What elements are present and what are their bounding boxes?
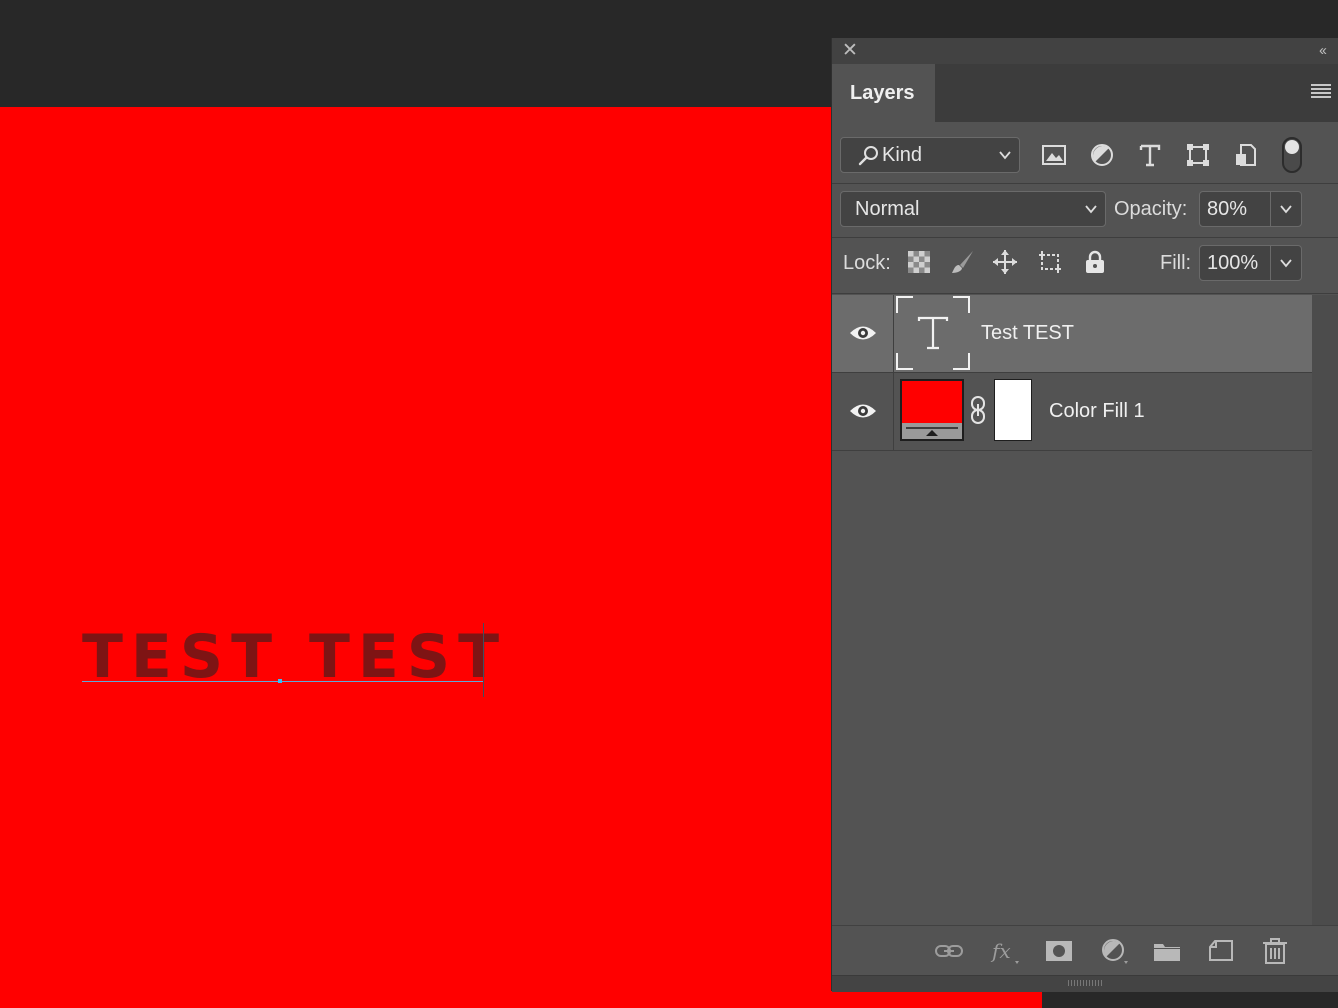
blend-mode-select[interactable]: Normal — [840, 191, 1106, 227]
layers-scrollbar-track[interactable] — [1312, 295, 1338, 925]
hamburger-menu-icon[interactable] — [1311, 84, 1331, 100]
opacity-value: 80% — [1207, 198, 1248, 220]
text-baseline — [82, 681, 484, 682]
layers-bottom-toolbar: fx — [832, 925, 1338, 976]
fill-dropdown-button[interactable] — [1270, 245, 1302, 281]
color-fill-thumbnail — [900, 379, 964, 441]
new-layer-icon[interactable] — [1206, 938, 1236, 964]
panel-resize-bar[interactable] — [832, 975, 1338, 992]
opacity-input[interactable]: 80% — [1199, 191, 1271, 227]
chevron-down-icon — [999, 151, 1011, 160]
divider — [832, 293, 1338, 294]
smart-object-filter-icon[interactable] — [1233, 142, 1259, 168]
image-filter-icon[interactable] — [1041, 142, 1067, 168]
filter-toggle-switch[interactable] — [1282, 137, 1302, 173]
fx-icon[interactable]: fx — [989, 938, 1019, 964]
layers-panel: ✕ ‹‹ Layers Kind Normal Opacity: 80% Loc… — [831, 38, 1338, 992]
eye-icon[interactable] — [849, 401, 877, 421]
type-filter-icon[interactable] — [1137, 142, 1163, 168]
chevron-down-icon — [1280, 205, 1292, 214]
fill-label: Fill: — [1160, 252, 1192, 274]
lock-transparent-pixels-icon[interactable] — [906, 249, 932, 275]
lock-position-icon[interactable] — [992, 249, 1018, 275]
canvas-text-layer[interactable]: TEST TEST — [82, 625, 507, 689]
fill-input[interactable]: 100% — [1199, 245, 1271, 281]
panel-title-strip: ✕ ‹‹ — [832, 38, 1338, 64]
layer-row-text[interactable]: Test TEST — [832, 295, 1312, 372]
layer-name: Color Fill 1 — [1049, 400, 1145, 422]
add-mask-icon[interactable] — [1044, 938, 1074, 964]
new-group-icon[interactable] — [1152, 938, 1182, 964]
divider — [832, 450, 1312, 451]
panel-tab-bar: Layers — [832, 64, 1338, 122]
eye-icon[interactable] — [849, 323, 877, 343]
visibility-cell[interactable] — [832, 373, 894, 450]
type-layer-thumbnail-icon — [896, 296, 970, 370]
chevron-down-icon — [1280, 259, 1292, 268]
trash-icon[interactable] — [1260, 938, 1290, 964]
layer-row-color-fill[interactable]: Color Fill 1 — [832, 373, 1312, 450]
filter-kind-label: Kind — [882, 144, 923, 166]
opacity-label: Opacity: — [1114, 198, 1188, 220]
close-icon[interactable]: ✕ — [840, 41, 860, 61]
layer-name: Test TEST — [981, 322, 1074, 344]
lock-label: Lock: — [843, 252, 891, 274]
adjustment-layer-icon[interactable] — [1098, 938, 1128, 964]
filter-kind-select[interactable]: Kind — [840, 137, 1020, 173]
lock-image-pixels-icon[interactable] — [950, 249, 976, 275]
svg-text:fx: fx — [990, 939, 1011, 963]
double-chevron-left-icon[interactable]: ‹‹ — [1311, 41, 1333, 61]
text-insertion-cursor — [483, 623, 484, 697]
opacity-dropdown-button[interactable] — [1270, 191, 1302, 227]
fill-value: 100% — [1207, 252, 1259, 274]
divider — [832, 237, 1338, 238]
text-anchor-point — [278, 679, 282, 683]
chevron-down-icon — [1085, 205, 1097, 214]
visibility-cell[interactable] — [832, 295, 894, 372]
resize-grip-icon[interactable] — [1067, 980, 1104, 986]
link-layers-icon[interactable] — [934, 938, 964, 964]
search-icon — [858, 146, 878, 166]
shape-filter-icon[interactable] — [1185, 142, 1211, 168]
chain-link-icon[interactable] — [969, 395, 987, 425]
divider — [832, 183, 1338, 184]
blend-mode-value: Normal — [855, 198, 920, 220]
layer-mask-thumbnail[interactable] — [994, 379, 1032, 441]
tab-layers[interactable]: Layers — [832, 64, 935, 122]
lock-artboard-icon[interactable] — [1037, 249, 1063, 275]
lock-all-icon[interactable] — [1082, 249, 1108, 275]
adjustment-filter-icon[interactable] — [1089, 142, 1115, 168]
